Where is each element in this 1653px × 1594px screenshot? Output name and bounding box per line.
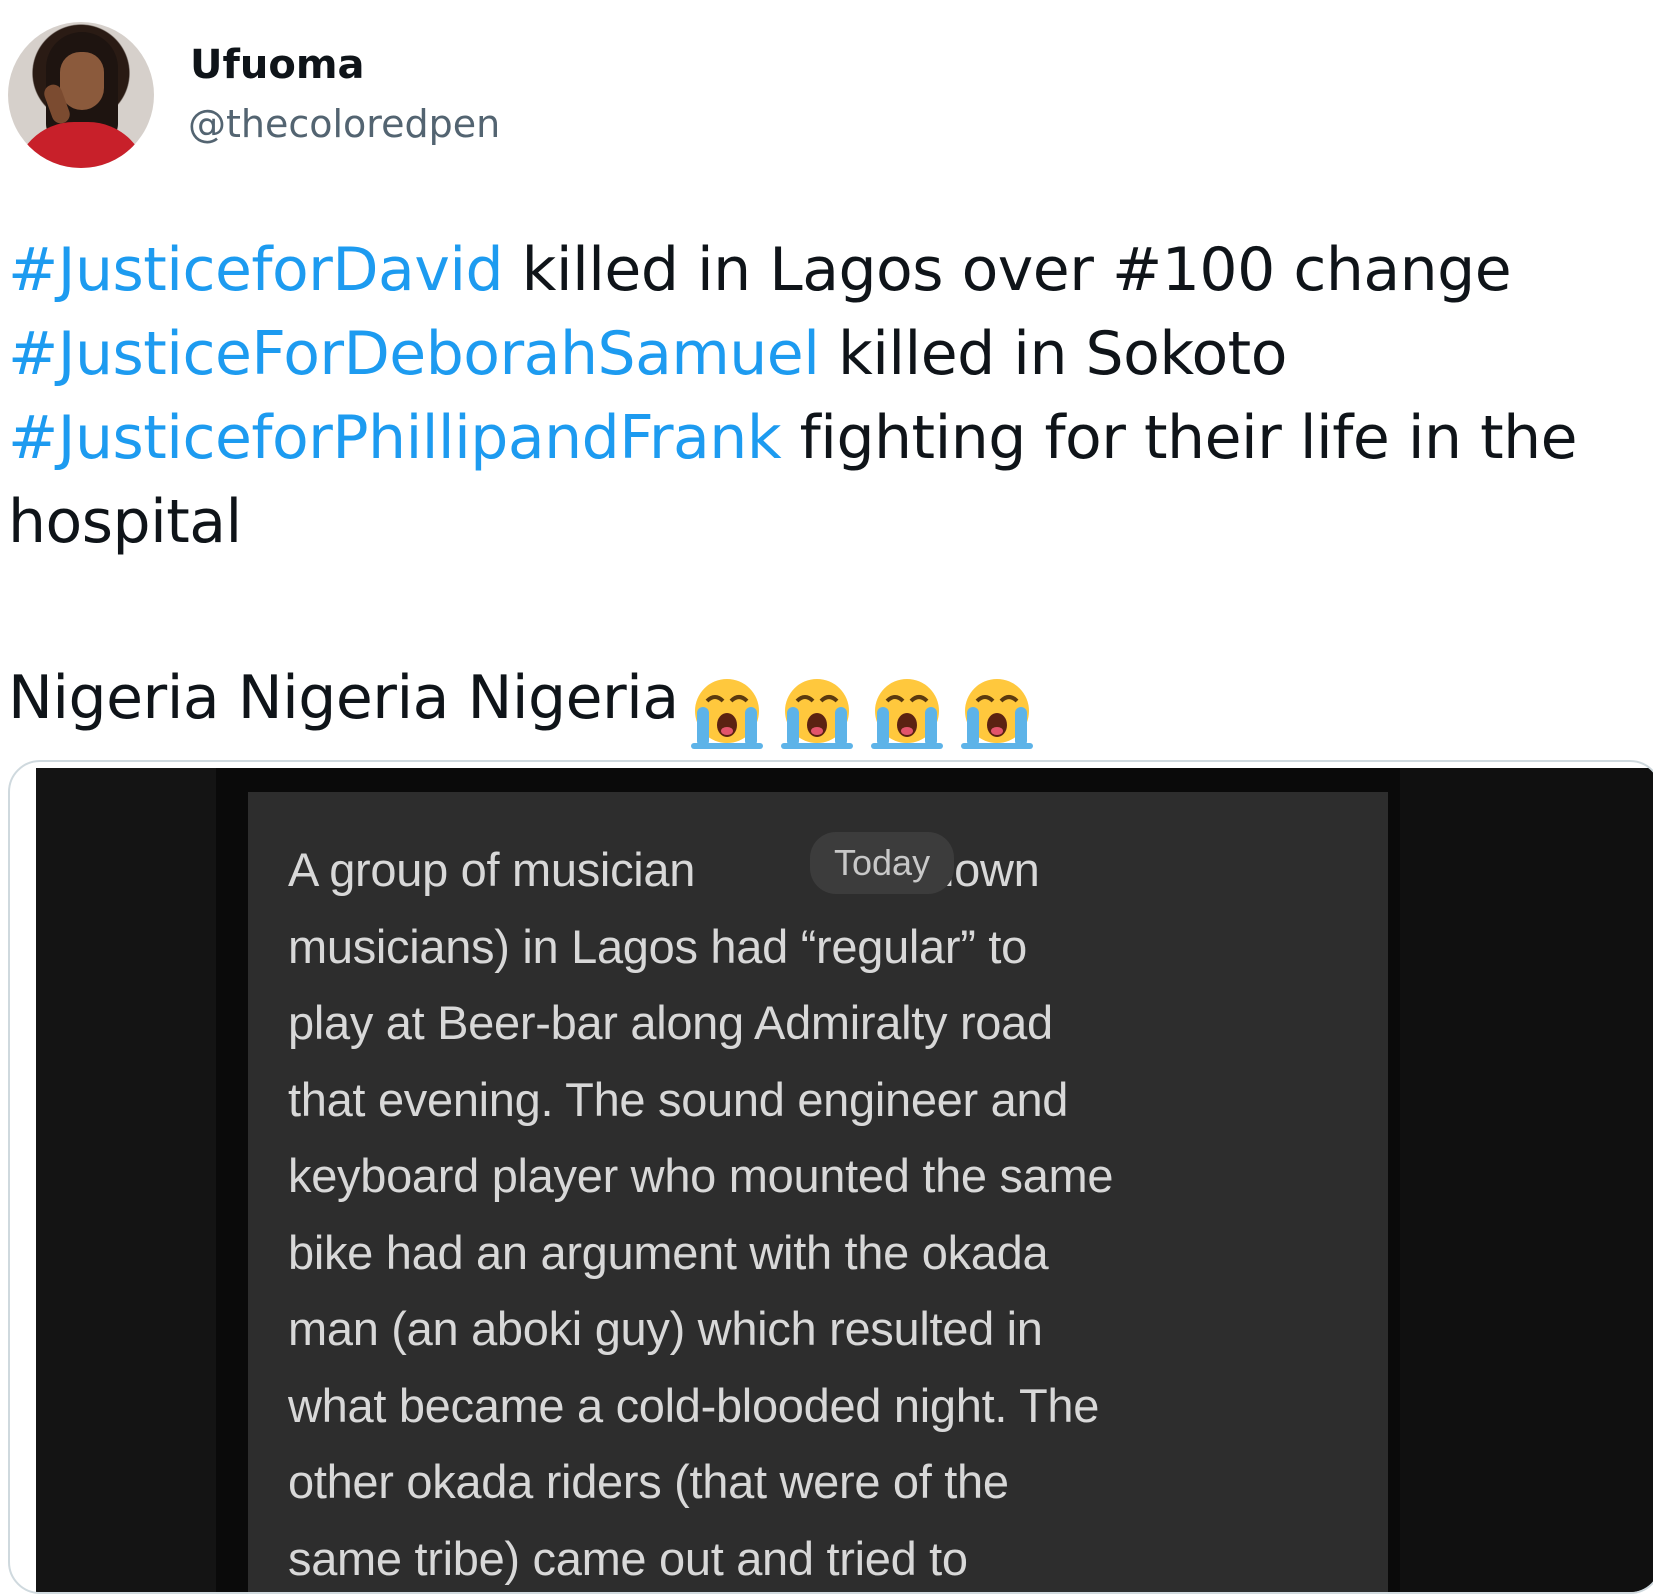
tweet-closing-line: Nigeria Nigeria Nigeria [8,656,1648,753]
message-line: same tribe) came out and tried to [288,1521,1368,1594]
tweet-line: #JusticeforDavid killed in Lagos over #1… [8,228,1648,312]
loudly-crying-face-icon [867,673,947,753]
message-text: A group of musicianknown musicians) in L… [288,832,1368,1594]
tweet-line: #JusticeforPhillipandFrank fighting for … [8,396,1648,480]
author-name[interactable]: Ufuoma [190,42,365,88]
hashtag-link[interactable]: #JusticeforDavid [8,235,503,305]
author-avatar[interactable] [8,22,154,168]
emoji-row [687,668,1047,753]
tweet-line: #JusticeForDeborahSamuel killed in Sokot… [8,312,1648,396]
message-line: man (an aboki guy) which resulted in [288,1291,1368,1368]
tweet-line-text: killed in Sokoto [819,319,1287,389]
message-line: play at Beer-bar along Admiralty road [288,985,1368,1062]
message-line: bike had an argument with the okada [288,1215,1368,1292]
tweet-line: hospital [8,480,1648,564]
media-attachment[interactable]: A group of musicianknown musicians) in L… [8,760,1653,1594]
loudly-crying-face-icon [687,673,767,753]
screenshot-image: A group of musicianknown musicians) in L… [36,768,1653,1592]
loudly-crying-face-icon [957,673,1037,753]
date-pill: Today [810,832,954,894]
loudly-crying-face-icon [777,673,857,753]
hashtag-link[interactable]: #JusticeforPhillipandFrank [8,403,781,473]
blank-line [8,564,1648,648]
tweet-text: #JusticeforDavid killed in Lagos over #1… [8,228,1648,753]
avatar-dress [14,122,148,168]
tweet-line-text: hospital [8,487,242,557]
author-handle[interactable]: @thecoloredpen [188,102,500,146]
message-line: other okada riders (that were of the [288,1444,1368,1521]
image-shade-right [1400,768,1653,1592]
image-shade-left [36,768,216,1592]
message-line: what became a cold-blooded night. The [288,1368,1368,1445]
message-bubble: A group of musicianknown musicians) in L… [248,792,1388,1594]
tweet-closing-text: Nigeria Nigeria Nigeria [8,663,679,733]
tweet-line-text: fighting for their life in the [781,403,1577,473]
message-line: musicians) in Lagos had “regular” to [288,909,1368,986]
avatar-face [60,52,104,110]
tweet-line-text: killed in Lagos over #100 change [503,235,1511,305]
message-line-text: A group of musician [288,843,695,896]
message-line: that evening. The sound engineer and [288,1062,1368,1139]
message-line: keyboard player who mounted the same [288,1138,1368,1215]
hashtag-link[interactable]: #JusticeForDeborahSamuel [8,319,819,389]
